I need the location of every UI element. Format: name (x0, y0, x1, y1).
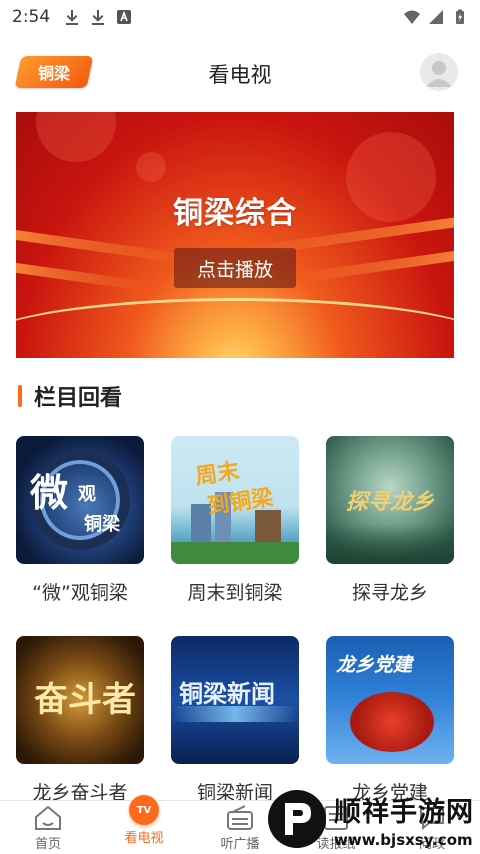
download-icon (66, 10, 79, 25)
site-watermark: 顺祥手游网 www.bjsxsy.com (268, 784, 480, 854)
channel-title: 铜梁综合 (173, 196, 297, 231)
notification-icons (64, 9, 132, 25)
program-card[interactable]: 铜梁新闻 铜梁新闻 (171, 636, 299, 805)
status-time: 2:54 (12, 7, 51, 27)
banner-decoration (296, 250, 454, 284)
radio-icon (225, 805, 255, 831)
app-notification-icon (117, 10, 132, 24)
program-label: 周末到铜梁 (187, 582, 283, 604)
tab-label: 听广播 (220, 837, 260, 852)
watermark-logo-icon (268, 790, 326, 848)
program-thumbnail: 铜梁新闻 (171, 636, 299, 764)
page-title: 看电视 (208, 63, 272, 87)
wifi-icon (404, 10, 420, 24)
program-card[interactable]: 龙乡党建 龙乡党建 (326, 636, 454, 805)
program-card[interactable]: 奋斗者 龙乡奋斗者 (16, 636, 144, 805)
thumb-title: 铜梁 (84, 514, 120, 535)
play-button[interactable]: 点击播放 (174, 248, 296, 288)
forest-decoration (326, 524, 454, 564)
banner-decoration (36, 112, 116, 162)
app-header: 铜梁 看电视 (0, 44, 480, 102)
program-card[interactable]: 微 观 铜梁 “微”观铜梁 (16, 436, 144, 605)
program-label: “微”观铜梁 (32, 582, 128, 604)
section-title: 栏目回看 (34, 386, 123, 411)
emblem-decoration (350, 692, 434, 752)
tv-icon: TV (129, 795, 159, 825)
banner-decoration (16, 262, 146, 292)
tab-home[interactable]: 首页 (0, 801, 96, 854)
program-card[interactable]: 探寻龙乡 探寻龙乡 (326, 436, 454, 605)
thumb-title: 探寻龙乡 (346, 490, 435, 515)
signal-icon (429, 10, 443, 24)
program-thumbnail: 奋斗者 (16, 636, 144, 764)
system-icons (404, 9, 468, 25)
battery-icon (456, 9, 464, 24)
avatar[interactable] (420, 53, 458, 91)
pagoda-decoration (255, 510, 281, 544)
program-thumbnail: 探寻龙乡 (326, 436, 454, 564)
home-icon (33, 805, 63, 831)
program-thumbnail: 微 观 铜梁 (16, 436, 144, 564)
banner-decoration (16, 298, 454, 358)
status-bar: 2:54 (0, 0, 480, 34)
thumb-title: 微 (30, 471, 69, 515)
section-header: 栏目回看 (18, 380, 122, 412)
thumb-title: 奋斗者 (34, 680, 136, 720)
download-icon (92, 10, 105, 25)
banner-decoration (16, 230, 186, 264)
banner-decoration (136, 152, 166, 182)
watermark-url: www.bjsxsy.com (334, 830, 473, 849)
live-banner[interactable]: 铜梁综合 点击播放 (16, 112, 454, 358)
section-accent-bar (18, 385, 22, 407)
thumb-title: 龙乡党建 (336, 654, 413, 676)
program-thumbnail: 龙乡党建 (326, 636, 454, 764)
user-icon (426, 61, 452, 87)
ground-decoration (171, 542, 299, 564)
program-label: 探寻龙乡 (351, 582, 428, 604)
tab-tv[interactable]: TV 看电视 (96, 795, 192, 854)
program-thumbnail: 周末 到铜梁 (171, 436, 299, 564)
watermark-title: 顺祥手游网 (334, 796, 474, 828)
thumb-title: 铜梁新闻 (179, 680, 275, 708)
program-card[interactable]: 周末 到铜梁 周末到铜梁 (171, 436, 299, 605)
tab-label: 首页 (34, 837, 61, 852)
thumb-title: 观 (78, 484, 96, 505)
watermark-text: 顺祥手游网 www.bjsxsy.com (334, 790, 474, 849)
tab-label: 看电视 (124, 831, 164, 846)
